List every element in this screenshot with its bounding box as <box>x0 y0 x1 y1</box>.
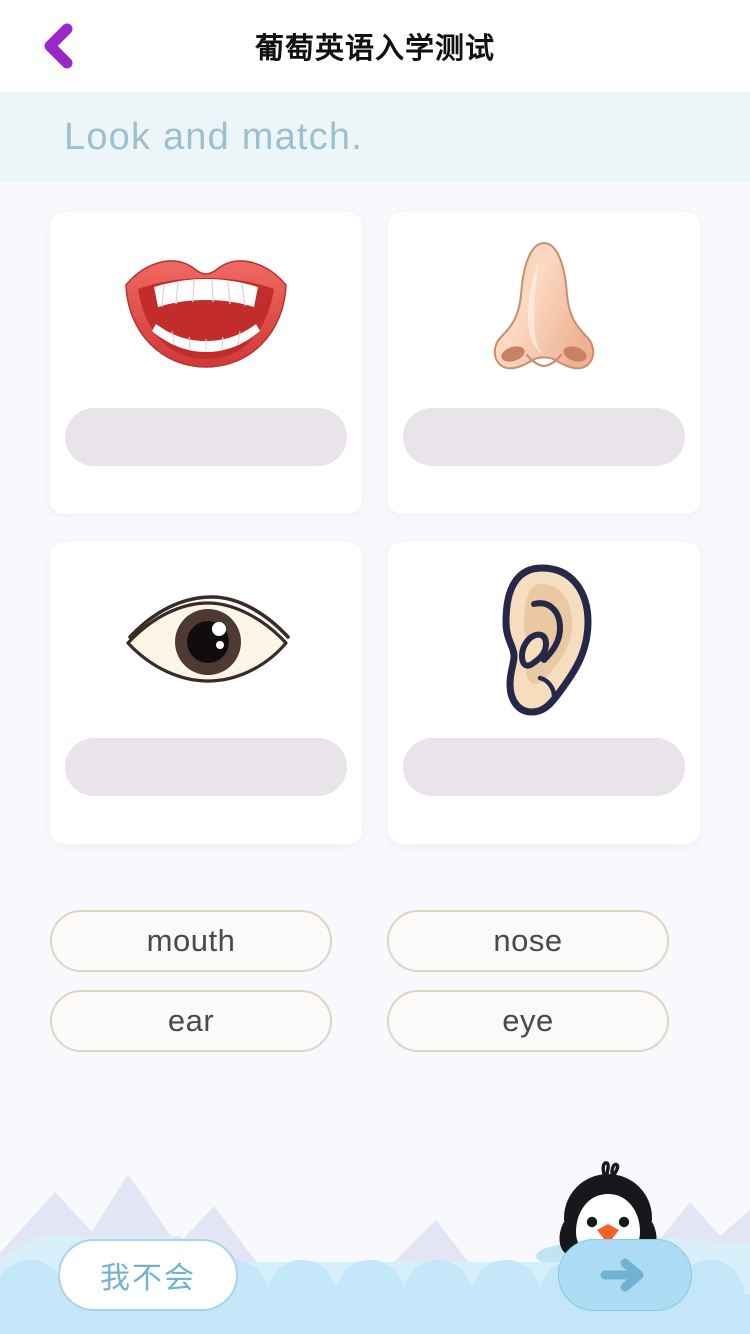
match-card-ear[interactable] <box>388 542 700 844</box>
word-chip-label: ear <box>167 1003 215 1038</box>
match-card-nose[interactable] <box>388 212 700 514</box>
nose-illustration <box>493 241 595 370</box>
card-art-nose <box>388 212 700 408</box>
arrow-right-icon <box>600 1258 644 1292</box>
word-chip-mouth[interactable]: mouth <box>50 910 332 972</box>
drop-zone-nose[interactable] <box>403 408 685 466</box>
app-header: 葡萄英语入学测试 <box>0 0 750 92</box>
page-title: 葡萄英语入学测试 <box>254 33 495 65</box>
word-chip-label: nose <box>493 923 563 958</box>
next-button[interactable] <box>558 1239 692 1311</box>
instruction-band: Look and match. <box>0 92 750 182</box>
card-art-mouth <box>50 212 362 408</box>
main-content: mouth nose ear eye <box>0 182 750 1052</box>
word-chip-nose[interactable]: nose <box>387 910 669 972</box>
word-chip-label: eye <box>502 1003 554 1038</box>
match-card-mouth[interactable] <box>50 212 362 514</box>
word-chip-ear[interactable]: ear <box>50 990 332 1052</box>
word-chip-eye[interactable]: eye <box>387 990 669 1052</box>
card-art-ear <box>388 542 700 738</box>
drop-zone-mouth[interactable] <box>65 408 347 466</box>
instruction-text: Look and match. <box>64 115 363 158</box>
match-card-grid <box>50 212 700 844</box>
chevron-left-icon <box>44 23 73 69</box>
drop-zone-eye[interactable] <box>65 738 347 796</box>
bottom-action-bar: 我不会 <box>0 1216 750 1334</box>
skip-button[interactable]: 我不会 <box>58 1239 238 1311</box>
ear-illustration <box>502 564 592 716</box>
skip-button-label: 我不会 <box>100 1262 196 1295</box>
word-chip-bank: mouth nose ear eye <box>50 910 700 1052</box>
drop-zone-ear[interactable] <box>403 738 685 796</box>
match-card-eye[interactable] <box>50 542 362 844</box>
mouth-illustration <box>125 260 287 368</box>
eye-illustration <box>126 595 290 683</box>
word-chip-label: mouth <box>146 923 236 958</box>
back-button[interactable] <box>28 17 86 75</box>
card-art-eye <box>50 542 362 738</box>
